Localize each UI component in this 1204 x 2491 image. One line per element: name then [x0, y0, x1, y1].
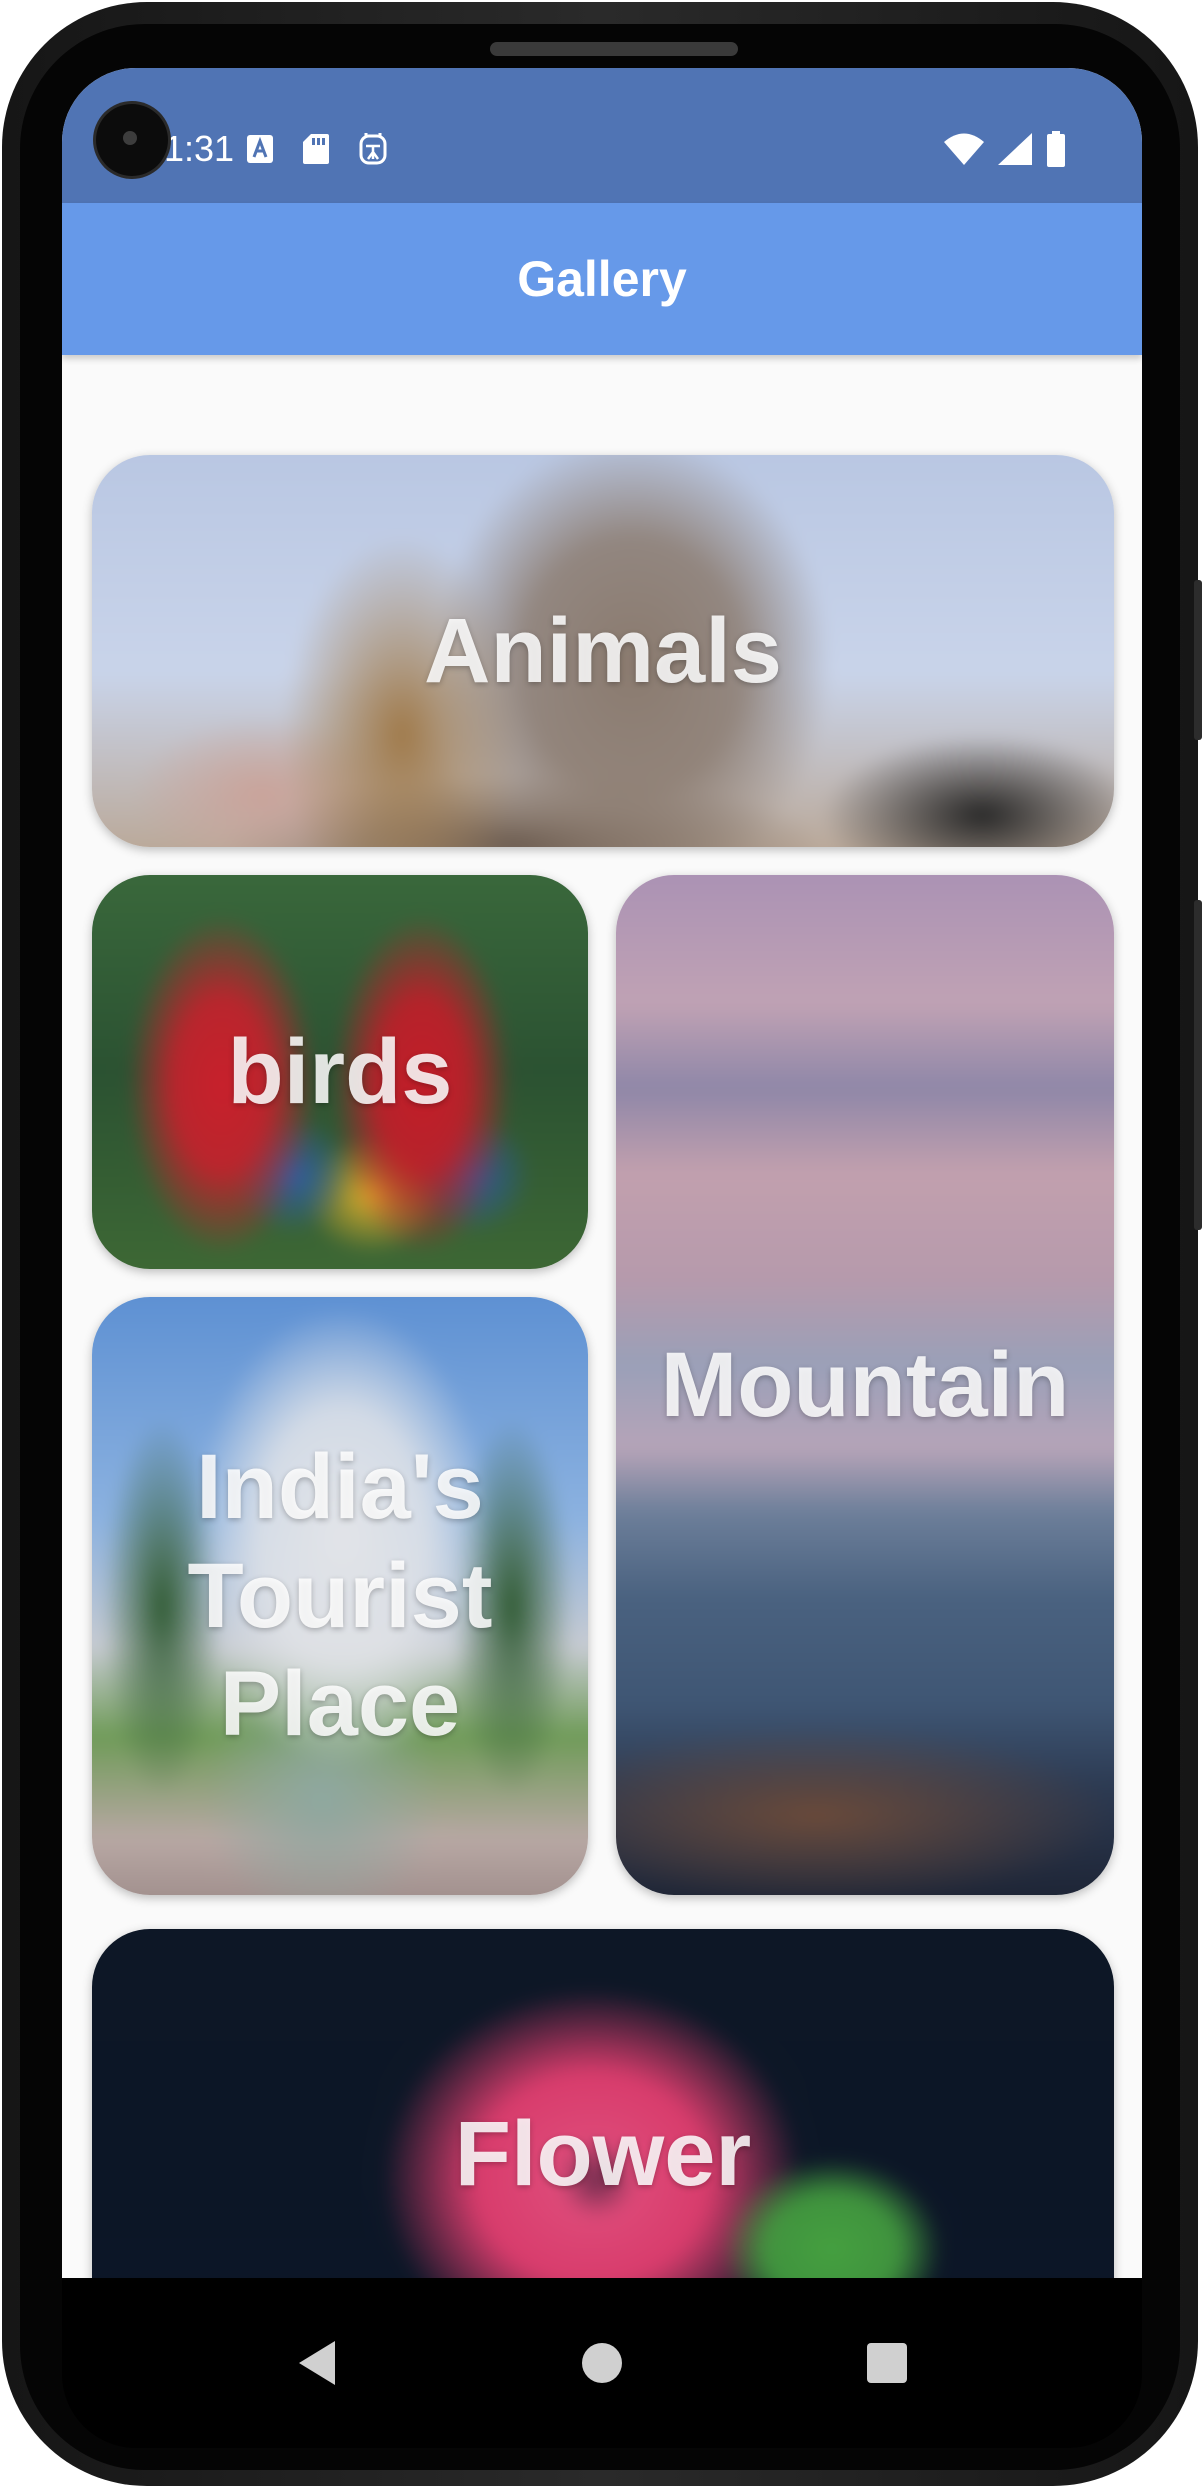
- gallery-card-label: India's Tourist Place: [187, 1436, 493, 1756]
- font-a-icon: [247, 135, 273, 163]
- speaker-grille: [490, 42, 738, 56]
- status-icons-left: [246, 131, 388, 167]
- power-button: [1194, 900, 1202, 1230]
- status-icons-right: [944, 131, 1066, 167]
- screen: 1:31 Gallery Animals birds Mountain Indi…: [62, 68, 1142, 2278]
- volume-button: [1194, 580, 1202, 740]
- home-icon: [582, 2343, 622, 2383]
- gallery-card-mountain[interactable]: Mountain: [616, 875, 1114, 1895]
- gallery-card-label: Flower: [454, 2102, 752, 2205]
- recents-button[interactable]: [852, 2328, 922, 2398]
- accessibility-icon: [359, 133, 387, 165]
- gallery-card-indias-tourist-place[interactable]: India's Tourist Place: [92, 1297, 588, 1895]
- app-bar: Gallery: [62, 203, 1142, 355]
- gallery-card-flower[interactable]: Flower: [92, 1929, 1114, 2278]
- status-time: 1:31: [164, 128, 235, 169]
- status-bar: 1:31: [62, 68, 1142, 203]
- gallery-grid[interactable]: Animals birds Mountain India's Tourist P…: [62, 355, 1142, 2278]
- gallery-card-birds[interactable]: birds: [92, 875, 588, 1269]
- back-icon: [299, 2341, 335, 2385]
- navigation-bar: [62, 2278, 1142, 2448]
- sd-card-icon: [303, 134, 329, 164]
- gallery-card-label: Mountain: [660, 1333, 1070, 1436]
- gallery-card-label: birds: [227, 1020, 453, 1123]
- camera-lens: [123, 131, 137, 145]
- battery-icon: [1047, 131, 1065, 167]
- gallery-card-animals[interactable]: Animals: [92, 455, 1114, 847]
- home-button[interactable]: [567, 2328, 637, 2398]
- wifi-icon: [944, 133, 984, 165]
- app-title: Gallery: [517, 251, 687, 307]
- gallery-card-label: Animals: [424, 599, 782, 702]
- front-camera: [96, 104, 168, 176]
- signal-icon: [998, 133, 1032, 165]
- back-button[interactable]: [282, 2328, 352, 2398]
- recents-icon: [867, 2343, 907, 2383]
